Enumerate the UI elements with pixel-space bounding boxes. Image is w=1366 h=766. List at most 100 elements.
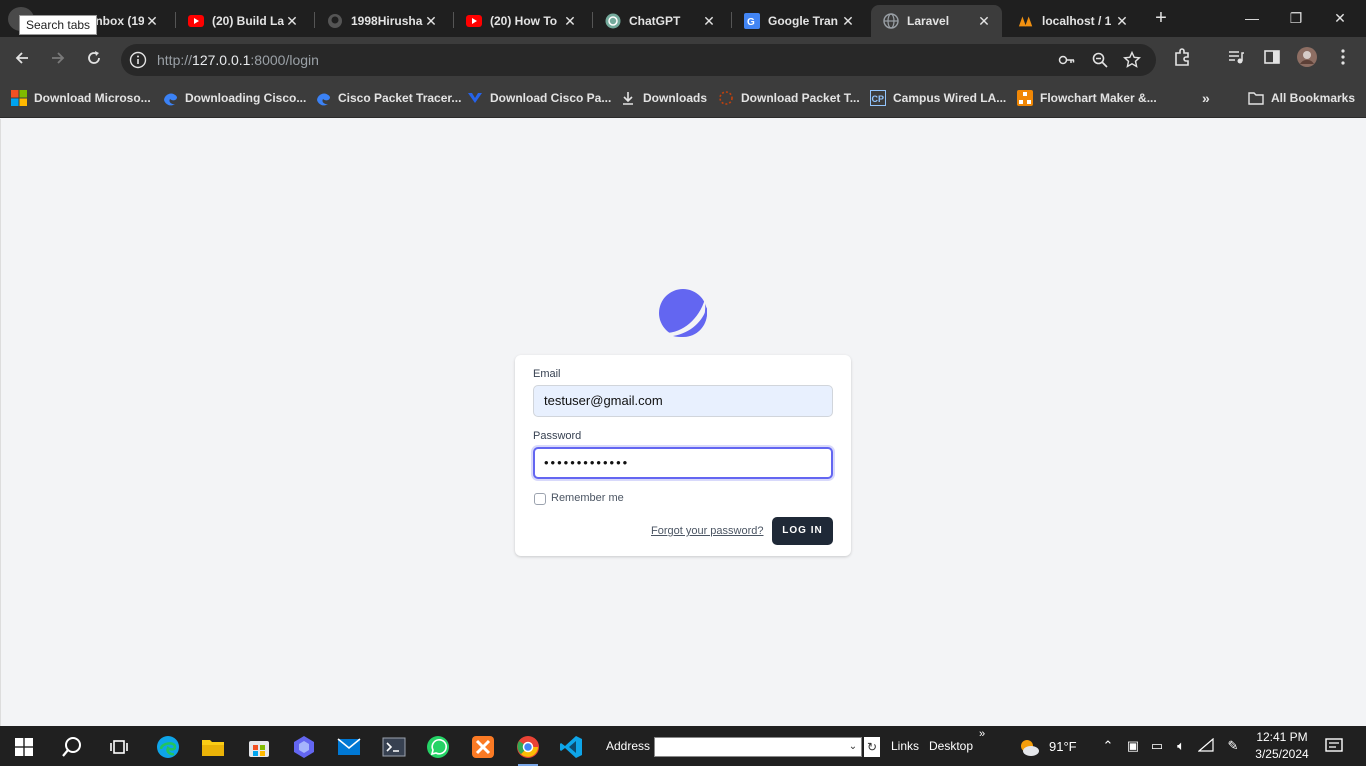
login-card: Email testuser@gmail.com Password ••••••… <box>515 355 851 556</box>
remember-me-checkbox[interactable] <box>534 493 546 505</box>
tab-phpmyadmin[interactable]: localhost / 1 ✕ <box>1006 5 1140 37</box>
drawio-icon <box>1017 90 1033 106</box>
close-icon[interactable]: ✕ <box>562 13 578 29</box>
bookmark-item[interactable]: Download Microso... <box>11 89 151 107</box>
back-arrow-icon[interactable] <box>11 47 33 69</box>
bookmark-star-icon[interactable] <box>1122 50 1142 69</box>
svg-text:CP: CP <box>872 94 885 104</box>
bookmark-item[interactable]: Flowchart Maker &... <box>1017 89 1157 107</box>
tab-build-laravel[interactable]: (20) Build La ✕ <box>176 5 310 37</box>
url-scheme: http:// <box>157 52 193 68</box>
links-toolbar[interactable]: Links <box>891 739 919 753</box>
mail-icon[interactable] <box>336 734 362 760</box>
windows-taskbar: Address ⌄ ↻ Links Desktop » 91°F ⌃ ▣ ▭ 🔈… <box>0 726 1366 766</box>
chatgpt-icon <box>605 13 621 29</box>
network-device-icon[interactable]: ▣ <box>1125 738 1141 754</box>
url-path: :8000/login <box>250 52 319 68</box>
bookmark-item[interactable]: Download Cisco Pa... <box>467 89 611 107</box>
reload-icon[interactable] <box>83 47 105 69</box>
globe-icon <box>883 13 899 29</box>
xampp-icon[interactable] <box>470 734 496 760</box>
copilot-icon[interactable] <box>291 734 317 760</box>
forgot-password-link[interactable]: Forgot your password? <box>651 525 764 537</box>
task-view-icon[interactable] <box>107 734 133 760</box>
terminal-icon[interactable] <box>381 734 407 760</box>
side-panel-icon[interactable] <box>1262 47 1282 67</box>
media-controls-icon[interactable] <box>1226 47 1246 67</box>
more-bookmarks-chevron-icon[interactable]: » <box>1202 89 1210 107</box>
minimize-icon[interactable]: — <box>1230 6 1274 30</box>
tab-laravel[interactable]: Laravel ✕ <box>871 5 1002 37</box>
chevron-up-icon[interactable]: ⌃ <box>1100 738 1116 754</box>
close-icon[interactable]: ✕ <box>976 13 992 29</box>
all-bookmarks-button[interactable]: All Bookmarks <box>1248 89 1355 107</box>
youtube-icon <box>466 13 482 29</box>
pen-icon[interactable]: ✎ <box>1225 738 1241 754</box>
tab-strip: Inbox (195) - ✕ (20) Build La ✕ 1998Hiru… <box>0 0 1366 37</box>
profile-avatar[interactable] <box>1297 47 1317 67</box>
site-info-icon[interactable] <box>129 51 147 69</box>
wifi-icon[interactable] <box>1197 737 1214 754</box>
chevron-down-icon[interactable]: ⌄ <box>845 737 861 757</box>
search-icon[interactable] <box>59 734 85 760</box>
new-tab-plus-icon[interactable]: + <box>1150 7 1172 29</box>
app-logo <box>659 289 707 337</box>
tab-how-to[interactable]: (20) How To ✕ <box>454 5 588 37</box>
tab-google-translate[interactable]: G Google Tran ✕ <box>732 5 866 37</box>
battery-icon[interactable]: ▭ <box>1149 738 1165 754</box>
bookmark-label: Cisco Packet Tracer... <box>338 91 462 105</box>
bookmark-label: Download Microso... <box>34 91 151 105</box>
address-bar[interactable]: http://127.0.0.1:8000/login <box>121 44 1156 76</box>
toolbar-overflow-chevron-icon[interactable]: » <box>979 728 985 740</box>
address-toolbar-input[interactable] <box>654 737 862 757</box>
close-icon[interactable]: ✕ <box>840 13 856 29</box>
email-label: Email <box>533 368 561 380</box>
restore-icon[interactable]: ❐ <box>1274 6 1318 30</box>
download-icon <box>620 90 636 106</box>
bookmark-item[interactable]: Cisco Packet Tracer... <box>315 89 461 107</box>
url-host: 127.0.0.1 <box>192 52 251 68</box>
close-icon[interactable]: ✕ <box>1114 13 1130 29</box>
password-field[interactable]: ••••••••••••• <box>533 447 833 479</box>
bookmark-item[interactable]: Downloads <box>620 89 707 107</box>
notifications-icon[interactable] <box>1325 738 1343 754</box>
chrome-icon[interactable] <box>515 734 541 766</box>
browser-toolbar: http://127.0.0.1:8000/login <box>0 37 1366 79</box>
desktop-toolbar[interactable]: Desktop <box>929 739 973 753</box>
weather-temperature[interactable]: 91°F <box>1049 739 1077 754</box>
bookmark-item[interactable]: Downloading Cisco... <box>162 89 306 107</box>
close-icon[interactable]: ✕ <box>701 13 717 29</box>
login-button[interactable]: LOG IN <box>772 517 833 545</box>
volume-icon[interactable]: 🔈︎ <box>1173 738 1189 754</box>
remember-me-label[interactable]: Remember me <box>551 492 624 504</box>
phpmyadmin-icon <box>1018 13 1034 29</box>
tab-title: localhost / 1 <box>1042 14 1112 28</box>
bookmark-item[interactable]: Download Packet T... <box>718 89 860 107</box>
email-field[interactable]: testuser@gmail.com <box>533 385 833 417</box>
extensions-icon[interactable] <box>1172 47 1192 67</box>
tab-title: (20) How To <box>490 14 558 28</box>
microsoft-store-icon[interactable] <box>246 734 272 760</box>
system-clock[interactable]: 12:41 PM 3/25/2024 <box>1254 729 1310 763</box>
cisco-icon <box>467 90 483 106</box>
close-icon[interactable]: ✕ <box>423 13 439 29</box>
weather-icon[interactable] <box>1018 736 1040 758</box>
key-icon[interactable] <box>1058 51 1076 69</box>
vscode-icon[interactable] <box>558 734 584 760</box>
refresh-icon[interactable]: ↻ <box>864 737 880 757</box>
windows-start-icon[interactable] <box>11 734 37 760</box>
file-explorer-icon[interactable] <box>200 734 226 760</box>
forward-arrow-icon[interactable] <box>47 47 69 69</box>
close-window-icon[interactable]: ✕ <box>1318 6 1362 30</box>
tab-github[interactable]: 1998Hirusha ✕ <box>315 5 449 37</box>
close-icon[interactable]: ✕ <box>284 13 300 29</box>
edge-browser-icon[interactable] <box>155 734 181 760</box>
tab-chatgpt[interactable]: ChatGPT ✕ <box>593 5 727 37</box>
close-icon[interactable]: ✕ <box>144 13 160 29</box>
whatsapp-icon[interactable] <box>425 734 451 760</box>
bookmark-item[interactable]: CP Campus Wired LA... <box>870 89 1006 107</box>
kebab-menu-icon[interactable] <box>1333 47 1353 67</box>
zoom-icon[interactable] <box>1091 51 1109 69</box>
github-icon <box>327 13 343 29</box>
clock-date: 3/25/2024 <box>1255 747 1309 761</box>
